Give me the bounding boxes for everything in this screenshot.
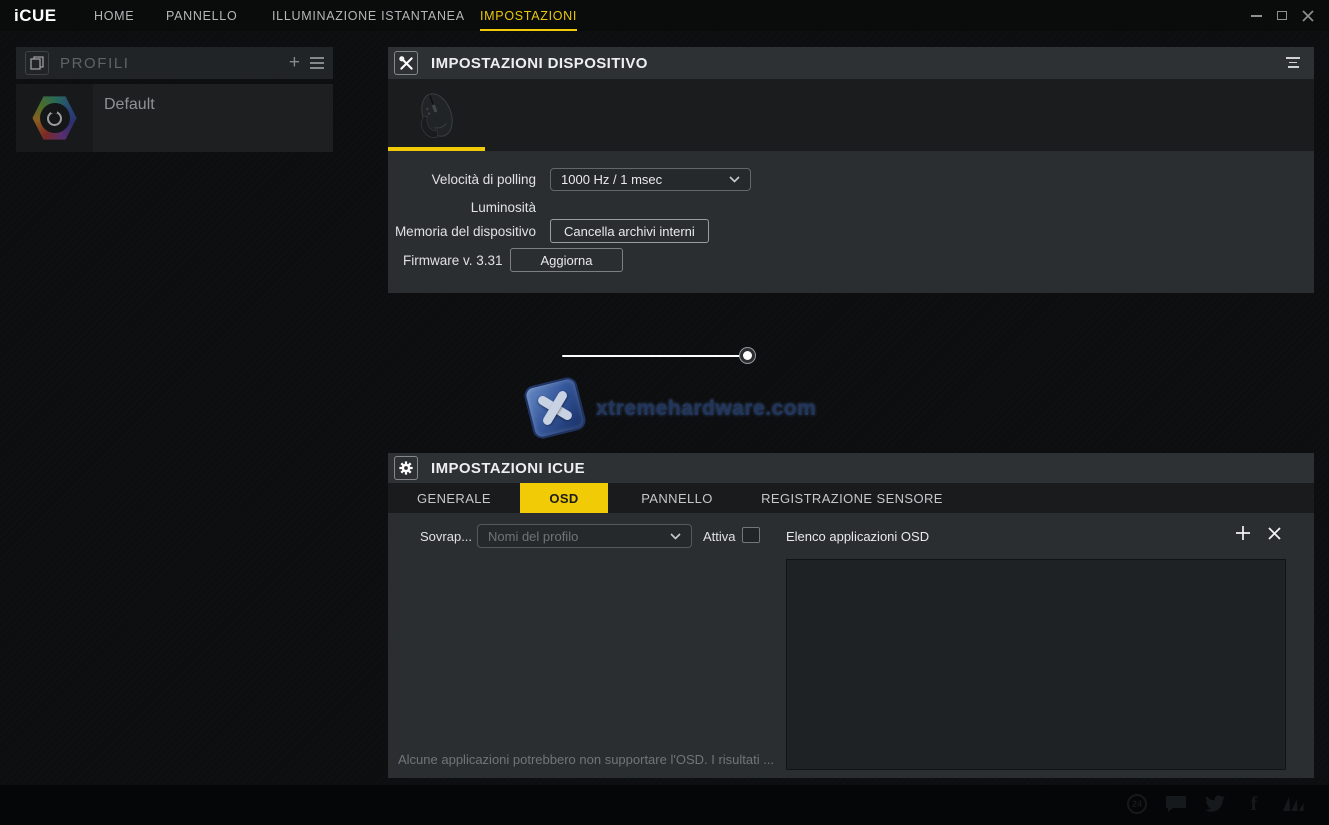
icue-settings-panel: IMPOSTAZIONI ICUE GENERALE OSD PANNELLO … [388, 453, 1314, 778]
tab-registrazione-sensore[interactable]: REGISTRAZIONE SENSORE [746, 483, 958, 513]
window-controls [1243, 0, 1321, 31]
overlay-label: Sovrap... [420, 529, 472, 544]
add-application-button[interactable] [1233, 523, 1253, 543]
chevron-down-icon [670, 533, 681, 540]
footer-bar: 24 f [0, 785, 1329, 825]
polling-rate-value: 1000 Hz / 1 msec [561, 172, 662, 187]
mouse-device-thumbnail-icon [406, 86, 468, 144]
icue-settings-title: IMPOSTAZIONI ICUE [431, 460, 585, 477]
corsair-icon[interactable] [1281, 792, 1305, 816]
device-tab-strip [388, 79, 1314, 151]
tools-icon [394, 51, 418, 75]
profile-item-default[interactable]: Default [16, 84, 333, 152]
gear-icon [394, 456, 418, 480]
osd-tab-content: Sovrap... Nomi del profilo Attiva Elenco… [388, 513, 1314, 778]
device-settings-title: IMPOSTAZIONI DISPOSITIVO [431, 55, 648, 72]
nav-tab-pannello[interactable]: PANNELLO [166, 0, 237, 31]
maximize-button[interactable] [1269, 0, 1295, 31]
profile-icon-tile [16, 84, 93, 152]
add-profile-icon[interactable]: + [289, 54, 300, 72]
icue-settings-header: IMPOSTAZIONI ICUE [388, 453, 1314, 483]
brightness-slider[interactable] [562, 347, 748, 365]
clear-memory-button[interactable]: Cancella archivi interni [550, 219, 709, 243]
firmware-update-button[interactable]: Aggiorna [510, 248, 623, 272]
firmware-version-label: Firmware v. 3.31 [403, 253, 503, 268]
nav-tab-home[interactable]: HOME [94, 0, 134, 31]
power-icon [47, 111, 62, 126]
device-tab-mouse[interactable] [388, 79, 485, 151]
profile-name: Default [104, 96, 155, 152]
close-icon [1302, 10, 1314, 22]
icue-logo[interactable]: iCUE [14, 0, 57, 31]
minimize-icon [1251, 15, 1262, 17]
icue-tab-strip: GENERALE OSD PANNELLO REGISTRAZIONE SENS… [388, 483, 1314, 513]
osd-application-list[interactable] [786, 559, 1286, 770]
nav-tab-illuminazione-istantanea[interactable]: ILLUMINAZIONE ISTANTANEA [272, 0, 465, 31]
tab-pannello[interactable]: PANNELLO [608, 483, 746, 513]
watermark-text: xtremehardware.com [596, 397, 816, 421]
profiles-title: PROFILI [60, 55, 130, 72]
attiva-checkbox[interactable] [742, 527, 760, 543]
profile-menu-icon[interactable] [310, 57, 324, 69]
remove-application-button[interactable] [1264, 523, 1284, 543]
osd-app-list-title: Elenco applicazioni OSD [786, 529, 929, 544]
slider-track[interactable] [562, 355, 744, 357]
osd-note: Alcune applicazioni potrebbero non suppo… [398, 752, 774, 767]
profiles-header: PROFILI + [16, 47, 333, 79]
tab-generale[interactable]: GENERALE [388, 483, 520, 513]
polling-rate-dropdown[interactable]: 1000 Hz / 1 msec [550, 168, 751, 191]
facebook-icon[interactable]: f [1242, 792, 1266, 816]
minimize-button[interactable] [1243, 0, 1269, 31]
chat-icon[interactable] [1164, 792, 1188, 816]
close-button[interactable] [1295, 0, 1321, 31]
icue-hex-logo-icon [32, 95, 78, 141]
profiles-pages-icon [25, 51, 49, 75]
polling-rate-label: Velocità di polling [432, 172, 536, 187]
device-settings-panel: IMPOSTAZIONI DISPOSITIVO [388, 47, 1314, 293]
attiva-label: Attiva [703, 529, 736, 544]
slider-thumb[interactable] [739, 347, 756, 364]
profile-names-dropdown[interactable]: Nomi del profilo [477, 524, 692, 548]
top-nav-bar: iCUE HOME PANNELLO ILLUMINAZIONE ISTANTA… [0, 0, 1329, 31]
xtremehardware-watermark: xtremehardware.com [524, 379, 784, 443]
profile-names-value: Nomi del profilo [488, 529, 578, 544]
device-settings-content: Velocità di polling 1000 Hz / 1 msec Lum… [388, 151, 1314, 293]
nav-tab-impostazioni[interactable]: IMPOSTAZIONI [480, 0, 577, 31]
remove-icon [1268, 527, 1281, 540]
twitter-icon[interactable] [1203, 792, 1227, 816]
tab-osd[interactable]: OSD [520, 483, 608, 513]
device-memory-label: Memoria del dispositivo [395, 224, 536, 239]
support-24-icon[interactable]: 24 [1125, 792, 1149, 816]
device-settings-header: IMPOSTAZIONI DISPOSITIVO [388, 47, 1314, 79]
icue-app-window: iCUE HOME PANNELLO ILLUMINAZIONE ISTANTA… [0, 0, 1329, 825]
maximize-icon [1277, 11, 1287, 20]
chevron-down-icon [729, 176, 740, 183]
brightness-label: Luminosità [471, 200, 536, 215]
x-badge-icon [522, 375, 587, 440]
add-icon [1235, 525, 1251, 541]
panel-menu-icon[interactable] [1286, 57, 1300, 68]
